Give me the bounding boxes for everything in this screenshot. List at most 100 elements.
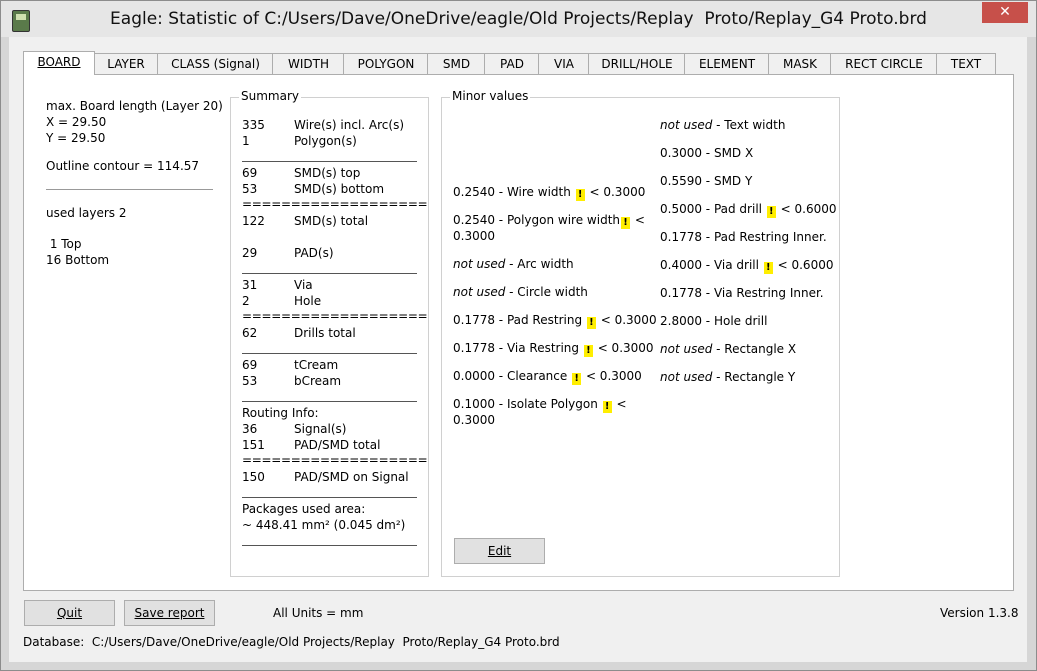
quit-button[interactable]: Quit [24,600,115,626]
summary-label: SMD(s) total [294,214,369,228]
summary-label: SMD(s) top [294,166,361,180]
board-x-value: X = 29.50 [46,115,107,129]
warning-icon: ! [572,373,582,385]
minor-values-group: Minor values [441,89,840,577]
rectangle-y-row: not used - Rectangle Y [660,370,796,384]
summary-count: 335 [242,118,265,132]
wire-width-row: 0.2540 - Wire width ! < 0.3000 [453,185,646,201]
summary-label: PAD/SMD total [294,438,381,452]
summary-count: 2 [242,294,250,308]
summary-divider [242,161,417,162]
isolate-polygon-row: 0.1000 - Isolate Polygon ! < [453,397,627,413]
polygon-wire-width-limit: 0.3000 [453,229,495,243]
tab-pad[interactable]: PAD [484,53,540,74]
summary-title: Summary [239,89,301,103]
layer-top-label: 1 Top [46,237,82,251]
max-board-length-label: max. Board length (Layer 20) [46,99,223,113]
board-y-value: Y = 29.50 [46,131,106,145]
tab-smd[interactable]: SMD [427,53,486,74]
tab-drill-hole[interactable]: DRILL/HOLE [588,53,686,74]
tab-via[interactable]: VIA [538,53,590,74]
summary-label: Hole [294,294,322,308]
via-drill-row: 0.4000 - Via drill ! < 0.6000 [660,258,834,274]
text-width-row: not used - Text width [660,118,786,132]
summary-divider [242,497,417,498]
tab-text[interactable]: TEXT [936,53,996,74]
routing-info-label: Routing Info: [242,406,319,420]
summary-label: PAD/SMD on Signal [294,470,409,484]
via-restring-row: 0.1778 - Via Restring ! < 0.3000 [453,341,654,357]
summary-count: 151 [242,438,265,452]
summary-equals-divider: =================== [242,309,428,323]
database-path: Database: C:/Users/Dave/OneDrive/eagle/O… [23,635,560,649]
summary-label: PAD(s) [294,246,334,260]
tab-board[interactable]: BOARD [23,51,95,75]
close-button[interactable]: ✕ [982,2,1028,23]
summary-count: 53 [242,374,258,388]
window-title: Eagle: Statistic of C:/Users/Dave/OneDri… [110,9,927,29]
outline-contour-value: Outline contour = 114.57 [46,159,200,173]
tab-rect-circle[interactable]: RECT CIRCLE [830,53,938,74]
version-label: Version 1.3.8 [940,606,1019,620]
summary-count: 122 [242,214,265,228]
title-bar: Eagle: Statistic of C:/Users/Dave/OneDri… [1,1,1036,37]
summary-divider [242,353,417,354]
via-restring-inner-row: 0.1778 - Via Restring Inner. [660,286,824,300]
summary-equals-divider: =================== [242,453,428,467]
board-tab-panel: max. Board length (Layer 20) X = 29.50 Y… [23,74,1014,591]
used-layers-label: used layers 2 [46,206,127,220]
clearance-row: 0.0000 - Clearance ! < 0.3000 [453,369,642,385]
tab-element[interactable]: ELEMENT [684,53,770,74]
circle-width-row: not used - Circle width [453,285,588,299]
summary-count: 1 [242,134,250,148]
packages-area-label: Packages used area: [242,502,366,516]
warning-icon: ! [621,217,631,229]
summary-label: Drills total [294,326,356,340]
warning-icon: ! [766,206,776,218]
units-label: All Units = mm [273,606,364,620]
summary-count: 69 [242,166,258,180]
summary-label: Via [294,278,313,292]
tab-width[interactable]: WIDTH [272,53,345,74]
divider [46,189,213,190]
warning-icon: ! [602,401,612,413]
warning-icon: ! [763,262,773,274]
packages-area-value: ~ 448.41 mm² (0.045 dm²) [242,518,406,532]
summary-label: Polygon(s) [294,134,357,148]
polygon-wire-width-row: 0.2540 - Polygon wire width! < [453,213,645,229]
statistic-window: Eagle: Statistic of C:/Users/Dave/OneDri… [0,0,1037,671]
summary-label: bCream [294,374,342,388]
summary-label: Signal(s) [294,422,347,436]
pad-restring-inner-row: 0.1778 - Pad Restring Inner. [660,230,827,244]
warning-icon: ! [583,345,593,357]
summary-divider [242,273,417,274]
summary-label: SMD(s) bottom [294,182,385,196]
summary-equals-divider: =================== [242,197,428,211]
isolate-polygon-limit: 0.3000 [453,413,495,427]
edit-button[interactable]: Edit [454,538,545,564]
tab-mask[interactable]: MASK [768,53,832,74]
hole-drill-row: 2.8000 - Hole drill [660,314,768,328]
layer-bottom-label: 16 Bottom [46,253,110,267]
summary-count: 29 [242,246,258,260]
summary-count: 69 [242,358,258,372]
minor-values-title: Minor values [450,89,531,103]
summary-count: 53 [242,182,258,196]
summary-count: 36 [242,422,258,436]
save-report-button[interactable]: Save report [124,600,215,626]
rectangle-x-row: not used - Rectangle X [660,342,797,356]
client-area: BOARD LAYER CLASS (Signal) WIDTH POLYGON… [9,37,1027,662]
summary-count: 62 [242,326,258,340]
tab-class-signal[interactable]: CLASS (Signal) [157,53,274,74]
pad-drill-row: 0.5000 - Pad drill ! < 0.6000 [660,202,837,218]
smd-y-row: 0.5590 - SMD Y [660,174,753,188]
summary-divider [242,545,417,546]
smd-x-row: 0.3000 - SMD X [660,146,754,160]
summary-count: 150 [242,470,265,484]
summary-count: 31 [242,278,258,292]
tab-layer[interactable]: LAYER [93,53,159,74]
arc-width-row: not used - Arc width [453,257,574,271]
tab-polygon[interactable]: POLYGON [343,53,429,74]
warning-icon: ! [575,189,585,201]
warning-icon: ! [586,317,596,329]
